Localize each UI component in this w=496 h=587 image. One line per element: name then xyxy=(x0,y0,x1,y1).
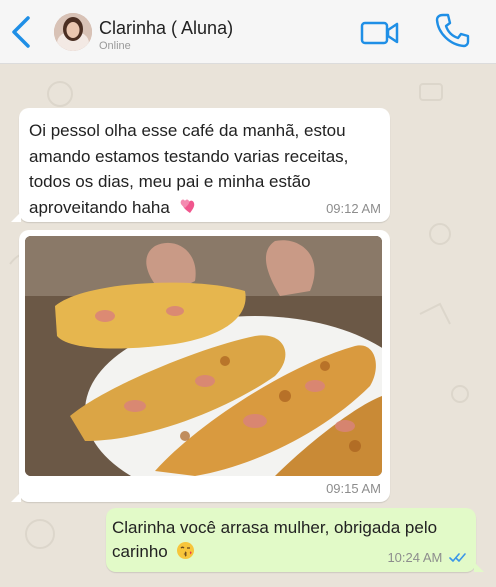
contact-name[interactable]: Clarinha ( Aluna) xyxy=(99,18,233,39)
bubble-tail xyxy=(11,492,21,502)
bubble-tail xyxy=(474,562,484,572)
message-time: 09:12 AM xyxy=(326,201,381,216)
voice-call-button[interactable] xyxy=(434,12,470,50)
two-hearts-emoji-icon xyxy=(178,197,198,220)
bubble-tail xyxy=(11,212,21,222)
message-time: 09:15 AM xyxy=(326,481,381,496)
message-time: 10:24 AM xyxy=(387,550,467,566)
kissing-face-emoji-icon xyxy=(176,541,195,565)
chevron-left-icon xyxy=(12,16,30,48)
chat-area[interactable]: Oi pessol olha esse café da manhã, estou… xyxy=(0,64,496,587)
message-bubble-outgoing[interactable]: Clarinha você arrasa mulher, obrigada pe… xyxy=(106,508,484,572)
online-status: Online xyxy=(99,40,131,52)
avatar[interactable] xyxy=(54,13,92,51)
food-photo[interactable] xyxy=(25,236,382,476)
back-button[interactable] xyxy=(8,14,36,50)
chat-header: Clarinha ( Aluna) Online xyxy=(0,0,496,64)
message-bubble-incoming[interactable]: Oi pessol olha esse café da manhã, estou… xyxy=(11,108,390,222)
video-call-button[interactable] xyxy=(360,18,400,48)
image-message-bubble[interactable]: 09:15 AM xyxy=(11,230,390,502)
double-check-icon xyxy=(449,551,467,566)
message-time-text: 10:24 AM xyxy=(387,549,443,565)
phone-icon xyxy=(435,13,470,48)
video-call-icon xyxy=(360,21,399,45)
